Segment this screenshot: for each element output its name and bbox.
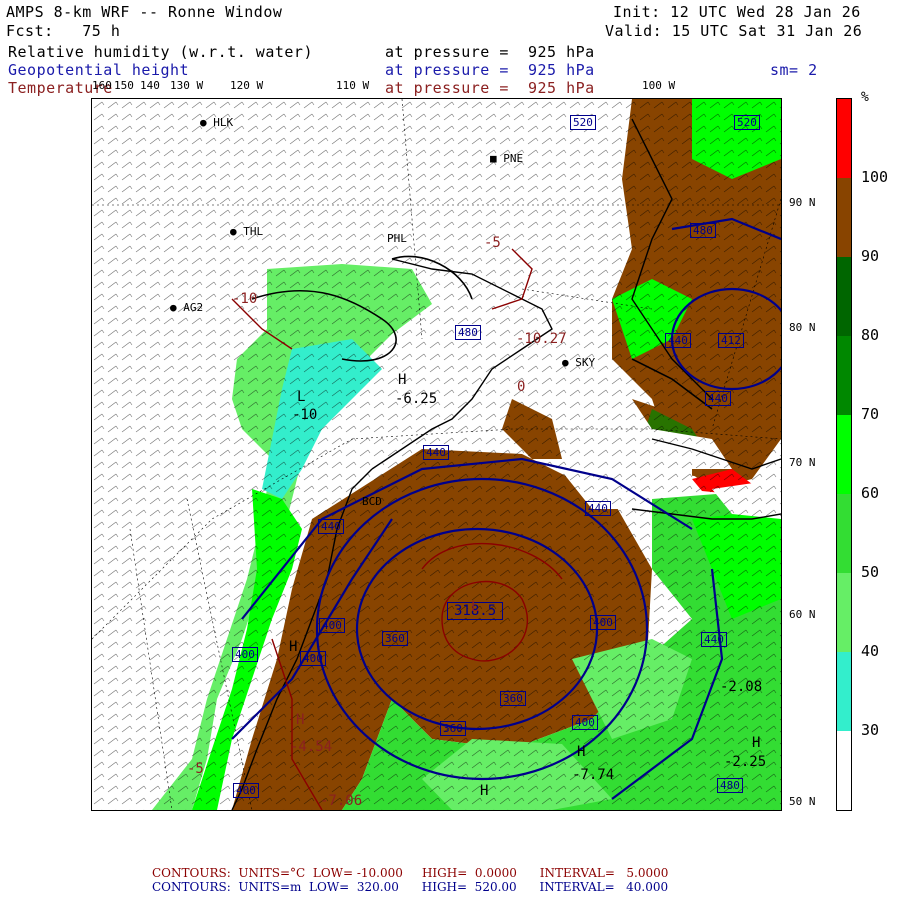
- lat-label-60: 60 N: [789, 608, 816, 621]
- colorbar-segment-below30: [837, 731, 851, 810]
- station-sky: ● SKY: [562, 356, 596, 369]
- station-thl: ● THL: [230, 225, 264, 238]
- height-label: 400: [319, 618, 345, 633]
- colorbar-segment-90: [837, 178, 851, 257]
- height-label: 400: [590, 615, 616, 630]
- station-ag2: ● AG2: [170, 301, 204, 314]
- height-label: 440: [705, 391, 731, 406]
- lat-label-50: 50 N: [789, 795, 816, 808]
- temp-label: -7.06: [320, 793, 363, 809]
- high-marker: H: [296, 712, 305, 728]
- temp-label: -2.08: [720, 679, 763, 695]
- height-label: 400: [232, 647, 258, 662]
- station-phl: PHL: [387, 232, 407, 245]
- pressure-height: at pressure = 925 hPa: [385, 61, 595, 79]
- forecast-hour: Fcst: 75 h: [6, 22, 121, 40]
- station-phl-label: PHL: [387, 232, 407, 245]
- colorbar-segment-50: [837, 494, 851, 573]
- colorbar-tick-60: 60: [861, 484, 880, 502]
- station-hlk-label: HLK: [213, 116, 234, 129]
- colorbar: [836, 98, 852, 811]
- lon-label-100: 100 W: [642, 79, 676, 92]
- height-label: 480: [455, 325, 481, 340]
- station-pne-label: PNE: [503, 152, 524, 165]
- height-label: 520: [734, 115, 760, 130]
- colorbar-tick-100: 100: [861, 168, 889, 186]
- lon-label-150: 150: [114, 79, 134, 92]
- lon-label-130: 130 W: [170, 79, 204, 92]
- colorbar-tick-70: 70: [861, 405, 880, 423]
- map-panel: ● HLK ■ PNE ● THL PHL ● AG2 ● SKY BCD 52…: [91, 98, 782, 811]
- temp-label: -2.25: [724, 754, 767, 770]
- colorbar-tick-50: 50: [861, 563, 880, 581]
- height-label: 360: [382, 631, 408, 646]
- lon-label-120: 120 W: [230, 79, 264, 92]
- station-pne: ■ PNE: [490, 152, 524, 165]
- high-marker: H: [480, 783, 489, 799]
- high-marker: H: [752, 735, 761, 751]
- height-label: 400: [572, 715, 598, 730]
- lat-label-70: 70 N: [789, 456, 816, 469]
- colorbar-tick-40: 40: [861, 642, 880, 660]
- colorbar-segment-100plus: [837, 99, 851, 178]
- valid-time: Valid: 15 UTC Sat 31 Jan 26: [605, 22, 863, 40]
- height-label: 400: [233, 783, 259, 798]
- colorbar-segment-60: [837, 415, 851, 494]
- temp-label: -5: [484, 235, 501, 251]
- temp-label: -10.27: [516, 331, 567, 347]
- temp-label: -5: [187, 761, 204, 777]
- lat-label-90: 90 N: [789, 196, 816, 209]
- height-label: 440: [318, 519, 344, 534]
- temp-label: -4.54: [290, 739, 333, 755]
- height-label: 400: [300, 651, 326, 666]
- height-label: 440: [665, 333, 691, 348]
- station-bcd: BCD: [362, 495, 382, 508]
- high-marker: H: [289, 639, 298, 655]
- height-label: 440: [701, 632, 727, 647]
- station-thl-label: THL: [243, 225, 264, 238]
- temp-label: 0: [517, 379, 526, 395]
- colorbar-tick-30: 30: [861, 721, 880, 739]
- colorbar-unit: %: [861, 90, 869, 105]
- height-label: 440: [423, 445, 449, 460]
- height-label: 412: [718, 333, 744, 348]
- footer-temp-contours: CONTOURS: UNITS=°C LOW= -10.000 HIGH= 0.…: [152, 866, 669, 880]
- pressure-rh: at pressure = 925 hPa: [385, 43, 595, 61]
- footer-height-contours: CONTOURS: UNITS=m LOW= 320.00 HIGH= 520.…: [152, 880, 669, 894]
- low-marker: L: [471, 599, 480, 615]
- lon-label-160: 160: [92, 79, 112, 92]
- height-label: 480: [717, 778, 743, 793]
- station-sky-label: SKY: [575, 356, 596, 369]
- temp-label: -10: [232, 291, 258, 307]
- colorbar-segment-80: [837, 257, 851, 336]
- high-marker: H: [577, 744, 586, 760]
- colorbar-tick-90: 90: [861, 247, 880, 265]
- temp-label: -10: [292, 407, 318, 423]
- high-marker: H: [398, 372, 407, 388]
- init-time: Init: 12 UTC Wed 28 Jan 26: [613, 3, 861, 21]
- height-label: 520: [570, 115, 596, 130]
- model-title: AMPS 8-km WRF -- Ronne Window: [6, 3, 283, 21]
- station-bcd-label: BCD: [362, 495, 382, 508]
- station-ag2-label: AG2: [183, 301, 204, 314]
- pressure-temp: at pressure = 925 hPa: [385, 79, 595, 97]
- station-hlk: ● HLK: [200, 116, 234, 129]
- temp-label: -6.25: [395, 391, 438, 407]
- colorbar-segment-40: [837, 573, 851, 652]
- smoothing-label: sm= 2: [770, 61, 818, 79]
- height-label: 480: [690, 223, 716, 238]
- height-label: 440: [585, 501, 611, 516]
- temp-label: -7.74: [572, 767, 615, 783]
- height-label: 360: [440, 721, 466, 736]
- field-height-label: Geopotential height: [8, 61, 190, 79]
- lon-label-140: 140: [140, 79, 160, 92]
- low-marker: L: [297, 389, 306, 405]
- colorbar-segment-70: [837, 336, 851, 415]
- lon-label-110: 110 W: [336, 79, 370, 92]
- field-rh-label: Relative humidity (w.r.t. water): [8, 43, 313, 61]
- height-label: 360: [500, 691, 526, 706]
- colorbar-segment-30: [837, 652, 851, 731]
- lat-label-80: 80 N: [789, 321, 816, 334]
- colorbar-tick-80: 80: [861, 326, 880, 344]
